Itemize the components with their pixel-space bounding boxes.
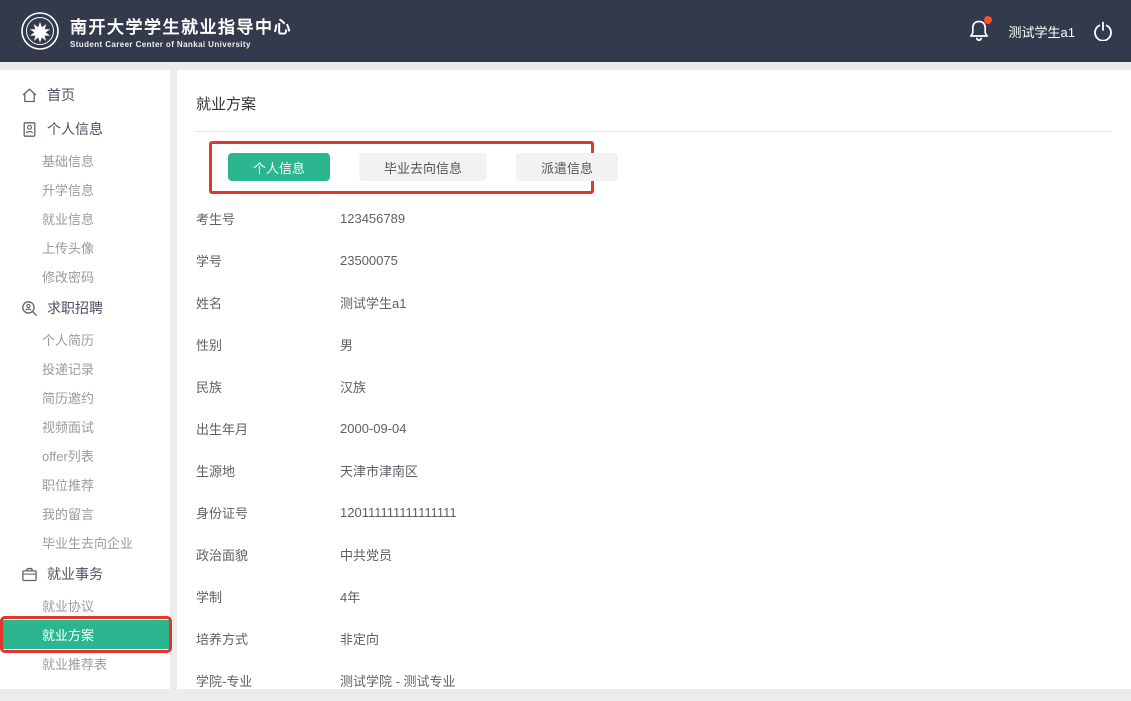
- sidebar-item-personal-info[interactable]: 个人信息: [0, 112, 170, 146]
- sidebar-item-label: 个人信息: [47, 119, 103, 139]
- sidebar-item-label: 简历邀约: [42, 388, 94, 407]
- field-label: 身份证号: [196, 503, 340, 522]
- home-icon: [21, 87, 38, 104]
- sidebar-item-employment-plan[interactable]: 就业方案: [0, 620, 170, 649]
- sidebar-item-label: 投递记录: [42, 359, 94, 378]
- field-value: 120111111111111111: [340, 505, 457, 520]
- sidebar-item-my-messages[interactable]: 我的留言: [0, 499, 170, 528]
- sidebar-item-label: 就业事务: [47, 564, 103, 584]
- sidebar-item-basic-info[interactable]: 基础信息: [0, 146, 170, 175]
- tab-graduation-destination-info[interactable]: 毕业去向信息: [359, 153, 487, 181]
- tab-dispatch-info[interactable]: 派遣信息: [516, 153, 618, 181]
- sidebar-item-employment-affairs[interactable]: 就业事务: [0, 557, 170, 591]
- form-row-name: 姓名测试学生a1: [196, 281, 1111, 323]
- sidebar-item-label: 我的留言: [42, 504, 94, 523]
- field-value: 测试学生a1: [340, 293, 406, 312]
- sidebar-item-label: 就业信息: [42, 209, 94, 228]
- sidebar-item-application-history[interactable]: 投递记录: [0, 354, 170, 383]
- form-row-study-duration: 学制4年: [196, 575, 1111, 617]
- current-username[interactable]: 测试学生a1: [1009, 22, 1075, 41]
- main-content: 就业方案 个人信息 毕业去向信息 派遣信息 考生号123456789 学号235…: [177, 70, 1131, 689]
- field-value: 天津市津南区: [340, 461, 418, 480]
- field-label: 生源地: [196, 461, 340, 480]
- sidebar-item-label: 求职招聘: [47, 298, 103, 318]
- form-row-birth-date: 出生年月2000-09-04: [196, 407, 1111, 449]
- form-row-ethnicity: 民族汉族: [196, 365, 1111, 407]
- sidebar-item-label: 首页: [47, 85, 75, 105]
- sidebar-item-label: 就业方案: [42, 625, 94, 644]
- page-title: 就业方案: [196, 93, 1111, 114]
- tab-personal-info[interactable]: 个人信息: [228, 153, 330, 181]
- field-value: 中共党员: [340, 545, 392, 564]
- field-label: 学院-专业: [196, 671, 340, 690]
- sidebar-item-job-recommendations[interactable]: 职位推荐: [0, 470, 170, 499]
- personal-info-form: 考生号123456789 学号23500075 姓名测试学生a1 性别男 民族汉…: [196, 197, 1111, 701]
- brand-title: 南开大学学生就业指导中心 Student Career Center of Na…: [70, 13, 292, 49]
- notification-unread-dot: [984, 16, 992, 24]
- sidebar-item-change-password[interactable]: 修改密码: [0, 262, 170, 291]
- field-label: 姓名: [196, 293, 340, 312]
- form-row-exam-number: 考生号123456789: [196, 197, 1111, 239]
- sidebar-item-label: 个人简历: [42, 330, 94, 349]
- field-value: 测试学院 - 测试专业: [340, 671, 456, 690]
- sidebar-item-further-study-info[interactable]: 升学信息: [0, 175, 170, 204]
- app-header: 南开大学学生就业指导中心 Student Career Center of Na…: [0, 0, 1131, 62]
- field-value: 2000-09-04: [340, 421, 407, 436]
- form-row-gender: 性别男: [196, 323, 1111, 365]
- field-label: 出生年月: [196, 419, 340, 438]
- field-value: 汉族: [340, 377, 366, 396]
- field-label: 学号: [196, 251, 340, 270]
- sidebar-item-job-search[interactable]: 求职招聘: [0, 291, 170, 325]
- sidebar-item-upload-avatar[interactable]: 上传头像: [0, 233, 170, 262]
- field-label: 培养方式: [196, 629, 340, 648]
- field-label: 性别: [196, 335, 340, 354]
- sidebar-item-label: 上传头像: [42, 238, 94, 257]
- sidebar-item-label: 视频面试: [42, 417, 94, 436]
- sidebar-item-offer-list[interactable]: offer列表: [0, 441, 170, 470]
- sidebar-item-resume-invitations[interactable]: 简历邀约: [0, 383, 170, 412]
- sidebar-item-video-interview[interactable]: 视频面试: [0, 412, 170, 441]
- sidebar-item-graduate-destination-companies[interactable]: 毕业生去向企业: [0, 528, 170, 557]
- title-divider: [196, 131, 1111, 132]
- annotation-red-box-tabs: 个人信息 毕业去向信息 派遣信息: [209, 141, 594, 194]
- sidebar: 首页 个人信息 基础信息 升学信息 就业信息 上传头像 修改密码 求职招聘 个人…: [0, 70, 170, 689]
- brand-title-en: Student Career Center of Nankai Universi…: [70, 40, 292, 49]
- form-row-id-number: 身份证号120111111111111111: [196, 491, 1111, 533]
- field-value: 123456789: [340, 211, 405, 226]
- sidebar-item-label: 修改密码: [42, 267, 94, 286]
- sidebar-item-label: 升学信息: [42, 180, 94, 199]
- power-icon: [1093, 21, 1113, 41]
- form-row-political-status: 政治面貌中共党员: [196, 533, 1111, 575]
- form-row-place-of-origin: 生源地天津市津南区: [196, 449, 1111, 491]
- form-row-student-id: 学号23500075: [196, 239, 1111, 281]
- sidebar-item-home[interactable]: 首页: [0, 78, 170, 112]
- sidebar-item-label: 基础信息: [42, 151, 94, 170]
- profile-card-icon: [21, 121, 38, 138]
- field-label: 考生号: [196, 209, 340, 228]
- field-value: 男: [340, 335, 353, 354]
- search-person-icon: [21, 300, 38, 317]
- logout-power-button[interactable]: [1093, 21, 1113, 41]
- sidebar-item-employment-recommendation-form[interactable]: 就业推荐表: [0, 649, 170, 678]
- field-value: 23500075: [340, 253, 398, 268]
- field-value: 非定向: [340, 629, 379, 648]
- sidebar-item-label: 职位推荐: [42, 475, 94, 494]
- field-label: 民族: [196, 377, 340, 396]
- sidebar-item-label: 毕业生去向企业: [42, 533, 133, 552]
- sidebar-item-resume[interactable]: 个人简历: [0, 325, 170, 354]
- brand-title-zh: 南开大学学生就业指导中心: [70, 13, 292, 38]
- form-row-training-mode: 培养方式非定向: [196, 617, 1111, 659]
- sidebar-item-label: 就业推荐表: [42, 654, 107, 673]
- form-row-college-major: 学院-专业测试学院 - 测试专业: [196, 659, 1111, 701]
- field-label: 政治面貌: [196, 545, 340, 564]
- university-logo: [20, 11, 60, 51]
- notification-bell-button[interactable]: [967, 18, 991, 44]
- briefcase-icon: [21, 566, 38, 583]
- sidebar-item-label: 就业协议: [42, 596, 94, 615]
- sidebar-item-employment-info[interactable]: 就业信息: [0, 204, 170, 233]
- field-value: 4年: [340, 587, 360, 606]
- sidebar-item-employment-agreement[interactable]: 就业协议: [0, 591, 170, 620]
- sidebar-item-label: offer列表: [42, 446, 94, 465]
- field-label: 学制: [196, 587, 340, 606]
